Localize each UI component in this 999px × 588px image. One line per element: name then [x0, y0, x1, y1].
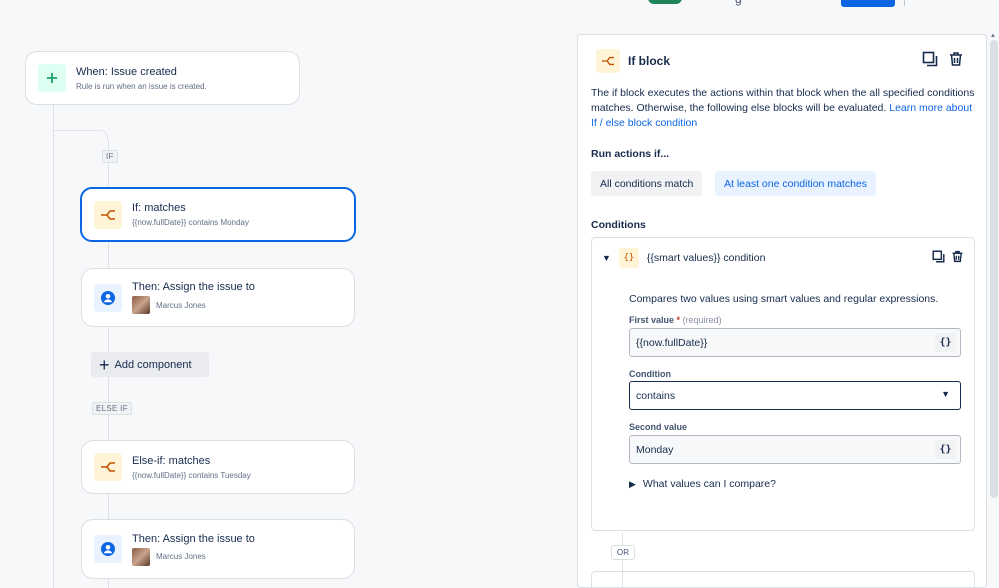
first-value-input[interactable]: {{now.fullDate}} {} [629, 328, 961, 357]
toggle-label: g [735, 0, 742, 6]
flow-connector-curve [98, 130, 108, 140]
chevron-down-icon: ▼ [941, 389, 950, 399]
condition-description: Compares two values using smart values a… [629, 293, 939, 305]
assignee-name-2: Marcus Jones [156, 552, 206, 561]
avatar [132, 296, 150, 314]
flow-connector-main [53, 104, 54, 588]
plus-icon: + [99, 354, 110, 375]
delete-icon[interactable] [951, 250, 964, 268]
user-icon [94, 535, 122, 563]
trigger-title: When: Issue created [76, 65, 177, 78]
trigger-card[interactable]: When: Issue created Rule is run when an … [25, 51, 300, 105]
second-value-input[interactable]: Monday {} [629, 435, 961, 464]
assign-title-2: Then: Assign the issue to [132, 532, 255, 545]
scroll-up-icon[interactable]: ▲ [990, 33, 996, 39]
add-component-label: Add component [114, 358, 192, 371]
duplicate-icon[interactable] [932, 250, 945, 268]
panel-title: If block [628, 54, 671, 68]
else-if-matches-card[interactable]: Else-if: matches {{now.fullDate}} contai… [81, 440, 355, 494]
what-values-toggle[interactable]: ▶ What values can I compare? [629, 478, 776, 490]
branch-icon [596, 49, 620, 73]
publish-button[interactable] [841, 0, 895, 7]
plus-icon [38, 64, 66, 92]
else-if-tag: ELSE IF [92, 402, 132, 415]
duplicate-icon[interactable] [922, 51, 938, 72]
add-component-button[interactable]: + Add component [91, 352, 209, 377]
assign-title: Then: Assign the issue to [132, 281, 255, 293]
all-conditions-option[interactable]: All conditions match [591, 171, 703, 196]
conditions-label: Conditions [591, 219, 646, 231]
chevron-right-icon: ▶ [629, 478, 636, 489]
user-icon [94, 283, 122, 312]
or-tag: OR [611, 545, 635, 560]
if-block-panel: If block The if block executes the actio… [577, 34, 987, 588]
branch-icon [94, 200, 122, 229]
condition-label: Condition [629, 369, 671, 379]
enable-toggle[interactable] [648, 0, 682, 4]
if-card-title: If: matches [132, 202, 186, 214]
smart-value-icon: {} [618, 248, 639, 268]
if-card-subtitle: {{now.fullDate}} contains Monday [132, 218, 249, 227]
else-if-card-title: Else-if: matches [132, 454, 211, 467]
toolbar-divider [904, 0, 905, 6]
smart-value-button[interactable]: {} [935, 440, 956, 459]
delete-icon[interactable] [948, 51, 964, 72]
condition-select[interactable]: contains ▼ [629, 381, 961, 410]
flow-connector-branch [53, 130, 99, 131]
run-actions-label: Run actions if... [591, 148, 670, 160]
assign-issue-card[interactable]: Then: Assign the issue to Marcus Jones [81, 268, 355, 327]
if-matches-card[interactable]: If: matches {{now.fullDate}} contains Mo… [80, 187, 356, 242]
else-if-card-subtitle: {{now.fullDate}} contains Tuesday [132, 470, 251, 480]
assignee-name: Marcus Jones [156, 300, 206, 310]
second-value-label: Second value [629, 422, 688, 432]
smart-value-button[interactable]: {} [935, 333, 956, 352]
assign-issue-card-2[interactable]: Then: Assign the issue to Marcus Jones [81, 519, 355, 579]
branch-icon [94, 453, 122, 481]
scrollbar[interactable] [990, 40, 998, 498]
next-condition-card [591, 571, 975, 588]
panel-description: The if block executes the actions within… [591, 87, 975, 129]
first-value-label: First value * (required) [629, 315, 722, 325]
trigger-subtitle: Rule is run when an issue is created. [76, 81, 207, 91]
any-condition-option[interactable]: At least one condition matches [715, 171, 877, 196]
condition-title: {{smart values}} condition [646, 252, 766, 264]
condition-card: ▼ {} {{smart values}} condition Compares… [591, 237, 975, 531]
chevron-down-icon[interactable]: ▼ [602, 253, 611, 263]
if-tag: IF [102, 150, 118, 163]
avatar [132, 547, 150, 566]
